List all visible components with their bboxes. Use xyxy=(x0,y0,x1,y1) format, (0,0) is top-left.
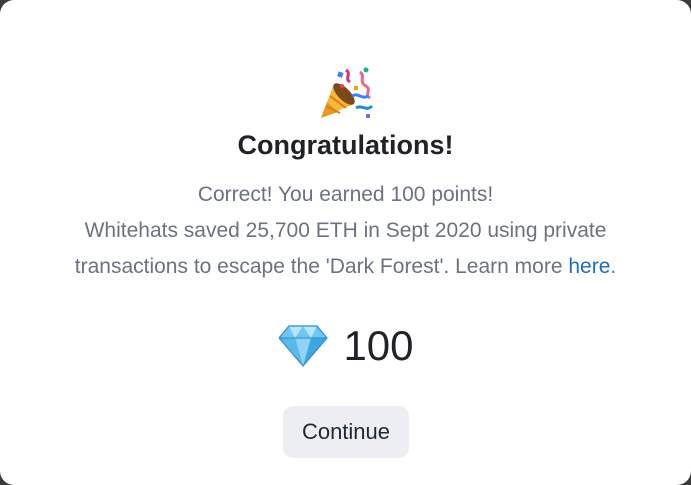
points-display: 100 xyxy=(0,318,691,374)
message-line-3: transactions to escape the 'Dark Forest'… xyxy=(30,249,661,285)
message-line-1: Correct! You earned 100 points! xyxy=(197,183,494,206)
party-popper-icon xyxy=(321,67,374,118)
message-line-3-text: transactions to escape the 'Dark Forest'… xyxy=(74,255,569,278)
dialog-title: Congratulations! xyxy=(237,130,454,160)
congratulations-dialog: Congratulations! Correct! You earned 100… xyxy=(0,0,691,485)
continue-button[interactable]: Continue xyxy=(283,406,409,458)
dialog-message: Correct! You earned 100 points! Whitehat… xyxy=(30,177,661,285)
gem-icon xyxy=(278,325,329,367)
learn-more-link[interactable]: here xyxy=(568,255,610,278)
message-line-2: Whitehats saved 25,700 ETH in Sept 2020 … xyxy=(84,219,607,242)
points-value: 100 xyxy=(343,322,414,369)
message-line-3-end: . xyxy=(610,255,617,278)
